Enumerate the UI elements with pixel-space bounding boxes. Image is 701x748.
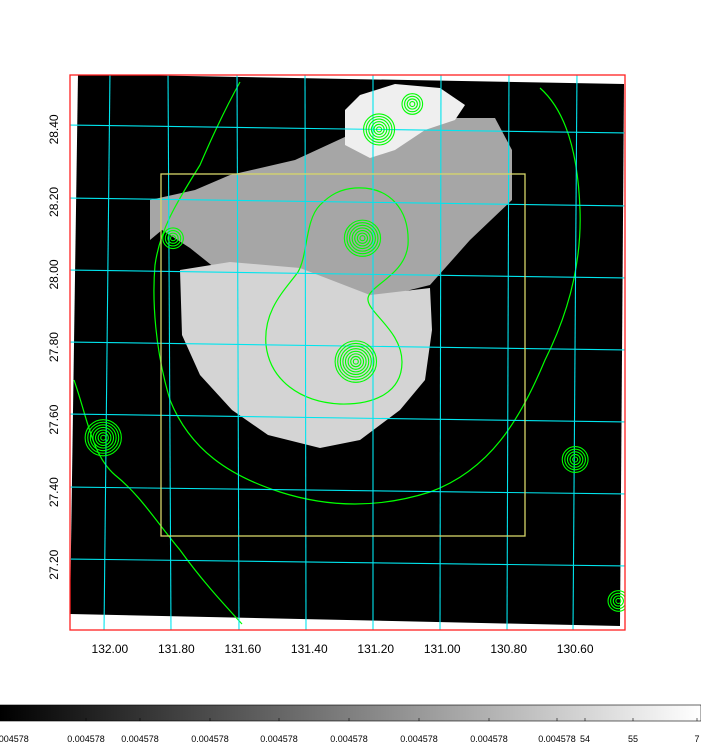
plot-area: 132.00 131.80 131.60 131.40 131.20 131.00 130.… — [47, 74, 626, 656]
x-axis: 132.00 131.80 131.60 131.40 131.20 131.00 130.… — [92, 642, 594, 656]
x-tick-label: 131.20 — [357, 642, 394, 656]
y-tick-label: 28.20 — [47, 187, 61, 217]
colorbar-tick-label: 0.004578 — [470, 734, 508, 744]
colorbar: 0.004578 0.004578 0.004578 0.004578 0.004578… — [0, 704, 701, 744]
colorbar-ticks: 0.004578 0.004578 0.004578 0.004578 0.004578… — [0, 718, 700, 744]
x-tick-label: 131.80 — [158, 642, 195, 656]
colorbar-tick-label: 0.004578 — [400, 734, 438, 744]
y-axis: 27.20 27.40 27.60 27.80 28.00 28.20 28.40 — [47, 114, 61, 580]
x-tick-label: 131.40 — [291, 642, 328, 656]
colorbar-bar — [0, 704, 701, 722]
colorbar-tick-label: 0.004578 — [260, 734, 298, 744]
y-tick-label: 27.60 — [47, 404, 61, 434]
y-tick-label: 27.80 — [47, 332, 61, 362]
y-tick-label: 28.00 — [47, 259, 61, 289]
chart-canvas: 132.00 131.80 131.60 131.40 131.20 131.00 130.… — [0, 74, 701, 744]
colorbar-tick-label: 0.004578 — [330, 734, 368, 744]
x-tick-label: 131.60 — [224, 642, 261, 656]
colorbar-tick-label: 0.004578 — [67, 734, 105, 744]
colorbar-tick-label: 55 — [628, 734, 638, 744]
x-tick-label: 130.80 — [490, 642, 527, 656]
x-tick-label: 132.00 — [92, 642, 129, 656]
colorbar-tick-label: 0.004578 — [0, 734, 29, 744]
y-tick-label: 27.40 — [47, 477, 61, 507]
colorbar-tick-label: 0.004578 — [121, 734, 159, 744]
colorbar-tick-label: 54 — [580, 734, 590, 744]
y-tick-label: 27.20 — [47, 549, 61, 579]
colorbar-tick-label: 0.004578 — [538, 734, 576, 744]
colorbar-tick-label: 7 — [694, 734, 699, 744]
x-tick-label: 131.00 — [424, 642, 461, 656]
x-tick-label: 130.60 — [557, 642, 594, 656]
y-tick-label: 28.40 — [47, 114, 61, 144]
colorbar-tick-label: 0.004578 — [191, 734, 229, 744]
